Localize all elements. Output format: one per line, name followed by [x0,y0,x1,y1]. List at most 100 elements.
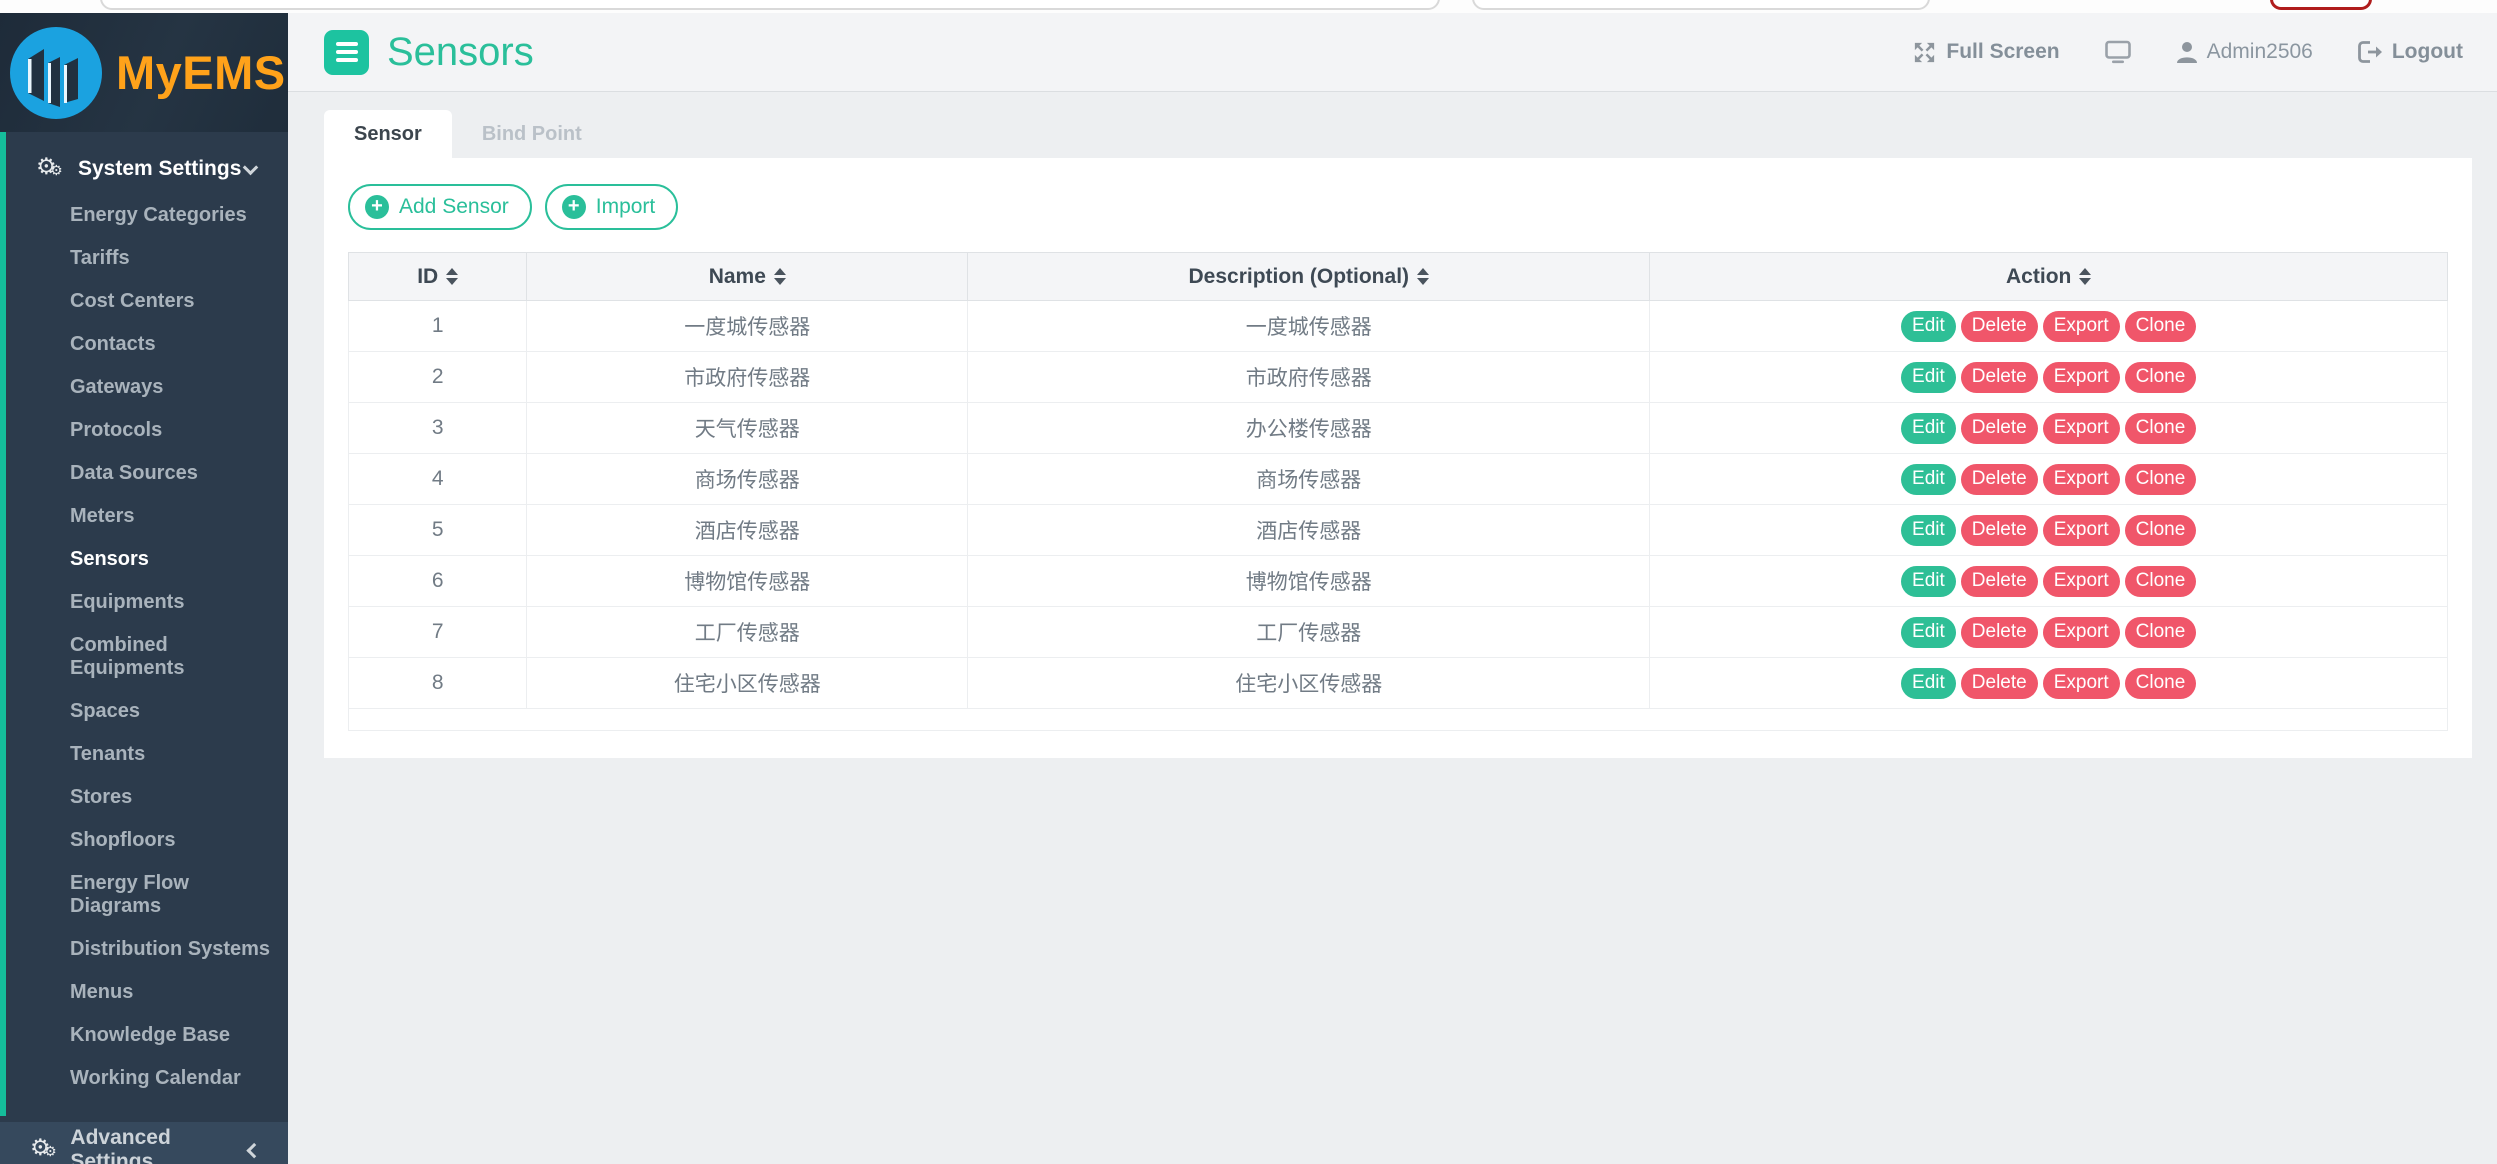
sidebar-item-equipments[interactable]: Equipments [6,581,288,624]
edit-button[interactable]: Edit [1901,311,1956,342]
tab-bind-point[interactable]: Bind Point [452,110,612,158]
table-row: 2市政府传感器市政府传感器EditDeleteExportClone [349,352,2448,403]
clone-button[interactable]: Clone [2125,515,2197,546]
table-header-row: ID Name Description (Optional) Action [349,253,2448,301]
logout-button[interactable]: Logout [2357,40,2463,64]
add-sensor-button[interactable]: + Add Sensor [348,184,532,230]
column-header-action[interactable]: Action [1650,253,2448,301]
sort-icon [446,268,458,285]
export-button[interactable]: Export [2043,668,2120,699]
menu-toggle-button[interactable] [324,30,369,75]
table-row: 1一度城传感器一度城传感器EditDeleteExportClone [349,301,2448,352]
export-button[interactable]: Export [2043,515,2120,546]
sidebar-item-meters[interactable]: Meters [6,495,288,538]
cell-name: 工厂传感器 [527,607,968,658]
cell-id: 2 [349,352,527,403]
sidebar-item-gateways[interactable]: Gateways [6,366,288,409]
clone-button[interactable]: Clone [2125,464,2197,495]
cell-name: 酒店传感器 [527,505,968,556]
cell-name: 商场传感器 [527,454,968,505]
sidebar-item-sensors[interactable]: Sensors [6,538,288,581]
sidebar-item-protocols[interactable]: Protocols [6,409,288,452]
column-header-name[interactable]: Name [527,253,968,301]
sidebar-item-data-sources[interactable]: Data Sources [6,452,288,495]
browser-chrome-strip [0,0,2497,13]
delete-button[interactable]: Delete [1961,413,2038,444]
column-header-id[interactable]: ID [349,253,527,301]
cell-action: EditDeleteExportClone [1650,658,2448,709]
export-button[interactable]: Export [2043,362,2120,393]
table-body: 1一度城传感器一度城传感器EditDeleteExportClone2市政府传感… [349,301,2448,709]
edit-button[interactable]: Edit [1901,362,1956,393]
export-button[interactable]: Export [2043,566,2120,597]
export-button[interactable]: Export [2043,464,2120,495]
fullscreen-label: Full Screen [1946,40,2059,64]
sidebar-item-stores[interactable]: Stores [6,776,288,819]
chevron-down-icon [243,159,259,175]
plus-circle-icon: + [562,195,586,219]
sidebar-item-shopfloors[interactable]: Shopfloors [6,819,288,862]
export-button[interactable]: Export [2043,617,2120,648]
browser-searchbar-fragment [1472,0,1930,10]
sidebar-item-knowledge-base[interactable]: Knowledge Base [6,1014,288,1057]
fullscreen-icon [1912,40,1937,65]
sidebar-item-tenants[interactable]: Tenants [6,733,288,776]
clone-button[interactable]: Clone [2125,362,2197,393]
export-button[interactable]: Export [2043,413,2120,444]
table-row: 4商场传感器商场传感器EditDeleteExportClone [349,454,2448,505]
edit-button[interactable]: Edit [1901,617,1956,648]
sidebar-item-energy-categories[interactable]: Energy Categories [6,194,288,237]
myems-logo-icon [8,25,104,121]
delete-button[interactable]: Delete [1961,515,2038,546]
delete-button[interactable]: Delete [1961,617,2038,648]
sidebar-item-spaces[interactable]: Spaces [6,690,288,733]
delete-button[interactable]: Delete [1961,464,2038,495]
cell-description: 住宅小区传感器 [968,658,1650,709]
sidebar-item-cost-centers[interactable]: Cost Centers [6,280,288,323]
fullscreen-button[interactable]: Full Screen [1912,40,2059,65]
clone-button[interactable]: Clone [2125,413,2197,444]
user-menu[interactable]: Admin2506 [2176,40,2313,64]
monitor-icon [2104,39,2132,65]
display-button[interactable] [2104,39,2132,65]
clone-button[interactable]: Clone [2125,668,2197,699]
edit-button[interactable]: Edit [1901,515,1956,546]
sidebar-section-advanced-settings[interactable]: ⚙⚙ Advanced Settings [0,1122,288,1164]
sidebar-item-contacts[interactable]: Contacts [6,323,288,366]
delete-button[interactable]: Delete [1961,311,2038,342]
topbar-controls: Full Screen Admin2506 [1912,39,2463,65]
table-row: 7工厂传感器工厂传感器EditDeleteExportClone [349,607,2448,658]
edit-button[interactable]: Edit [1901,566,1956,597]
system-settings-section: ⚙⚙ System Settings Energy CategoriesTari… [0,132,288,1116]
sidebar-item-energy-flow-diagrams[interactable]: Energy Flow Diagrams [6,862,288,928]
import-button[interactable]: + Import [545,184,679,230]
sidebar-section-system-settings[interactable]: ⚙⚙ System Settings [6,144,288,190]
delete-button[interactable]: Delete [1961,668,2038,699]
edit-button[interactable]: Edit [1901,464,1956,495]
cell-id: 6 [349,556,527,607]
clone-button[interactable]: Clone [2125,311,2197,342]
delete-button[interactable]: Delete [1961,566,2038,597]
tab-sensor[interactable]: Sensor [324,110,452,158]
delete-button[interactable]: Delete [1961,362,2038,393]
clone-button[interactable]: Clone [2125,566,2197,597]
cell-id: 7 [349,607,527,658]
sidebar-item-tariffs[interactable]: Tariffs [6,237,288,280]
edit-button[interactable]: Edit [1901,668,1956,699]
gears-icon: ⚙⚙ [30,1137,58,1163]
table-row: 6博物馆传感器博物馆传感器EditDeleteExportClone [349,556,2448,607]
sidebar-item-distribution-systems[interactable]: Distribution Systems [6,928,288,971]
sidebar-item-combined-equipments[interactable]: Combined Equipments [6,624,288,690]
sidebar-item-menus[interactable]: Menus [6,971,288,1014]
column-header-description[interactable]: Description (Optional) [968,253,1650,301]
cell-id: 3 [349,403,527,454]
sidebar-item-working-calendar[interactable]: Working Calendar [6,1057,288,1100]
section-label: System Settings [78,157,241,181]
edit-button[interactable]: Edit [1901,413,1956,444]
section-label: Advanced Settings [70,1126,249,1164]
clone-button[interactable]: Clone [2125,617,2197,648]
cell-action: EditDeleteExportClone [1650,403,2448,454]
cell-name: 市政府传感器 [527,352,968,403]
logo[interactable]: MyEMS [0,13,288,132]
export-button[interactable]: Export [2043,311,2120,342]
